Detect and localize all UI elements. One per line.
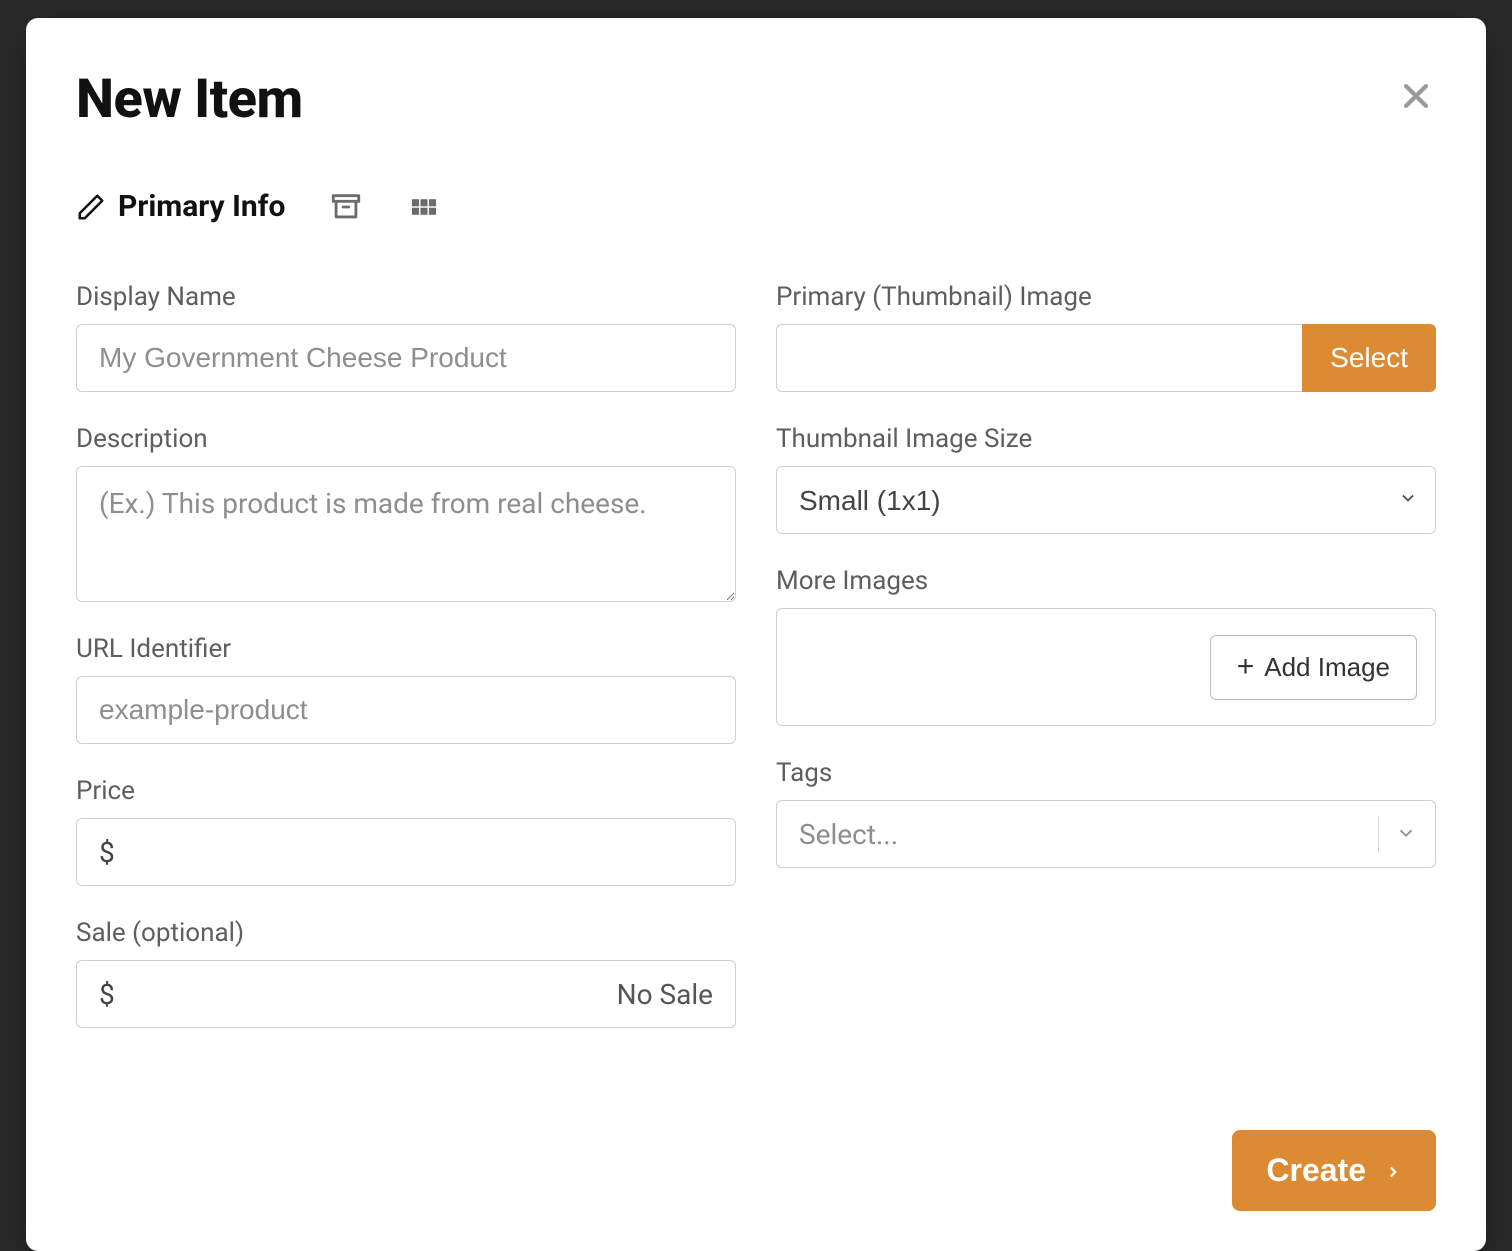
tab-archive[interactable] xyxy=(329,190,363,224)
input-sale[interactable] xyxy=(127,978,617,1010)
input-group-price: $ xyxy=(76,818,736,886)
add-image-label: Add Image xyxy=(1264,652,1390,683)
modal-title: New Item xyxy=(76,68,303,131)
field-description: Description xyxy=(76,424,736,602)
create-label: Create xyxy=(1266,1152,1366,1189)
price-prefix: $ xyxy=(99,836,115,869)
grid-icon xyxy=(407,190,441,224)
input-price[interactable] xyxy=(127,836,713,868)
label-sale: Sale (optional) xyxy=(76,918,736,948)
tabs: Primary Info xyxy=(76,189,1436,224)
input-description[interactable] xyxy=(76,466,736,602)
field-url-identifier: URL Identifier xyxy=(76,634,736,744)
tags-placeholder: Select... xyxy=(799,818,898,851)
input-display-name[interactable] xyxy=(76,324,736,392)
more-images-box: + Add Image xyxy=(776,608,1436,726)
label-tags: Tags xyxy=(776,758,1436,788)
select-thumb-size[interactable]: Small (1x1) xyxy=(776,466,1436,534)
label-description: Description xyxy=(76,424,736,454)
field-sale: Sale (optional) $ No Sale xyxy=(76,918,736,1028)
modal-footer: Create xyxy=(76,1130,1436,1211)
label-primary-image: Primary (Thumbnail) Image xyxy=(776,282,1436,312)
modal-header: New Item xyxy=(76,68,1436,131)
close-icon xyxy=(1399,79,1433,113)
input-group-sale: $ No Sale xyxy=(76,960,736,1028)
chevron-down-icon xyxy=(1395,818,1417,851)
right-column: Primary (Thumbnail) Image Select Thumbna… xyxy=(776,282,1436,1060)
new-item-modal: New Item Primary Info Display Name Descr… xyxy=(26,18,1486,1251)
field-more-images: More Images + Add Image xyxy=(776,566,1436,726)
field-primary-image: Primary (Thumbnail) Image Select xyxy=(776,282,1436,392)
label-url-identifier: URL Identifier xyxy=(76,634,736,664)
close-button[interactable] xyxy=(1396,76,1436,116)
label-price: Price xyxy=(76,776,736,806)
add-image-button[interactable]: + Add Image xyxy=(1210,635,1417,700)
label-thumb-size: Thumbnail Image Size xyxy=(776,424,1436,454)
field-price: Price $ xyxy=(76,776,736,886)
select-wrap-thumb-size: Small (1x1) xyxy=(776,466,1436,534)
field-tags: Tags Select... xyxy=(776,758,1436,868)
create-button[interactable]: Create xyxy=(1232,1130,1436,1211)
field-display-name: Display Name xyxy=(76,282,736,392)
sale-prefix: $ xyxy=(99,978,115,1011)
archive-icon xyxy=(329,190,363,224)
form-body: Display Name Description URL Identifier … xyxy=(76,282,1436,1060)
label-display-name: Display Name xyxy=(76,282,736,312)
sale-suffix: No Sale xyxy=(617,978,713,1011)
divider xyxy=(1378,816,1379,852)
chevron-right-icon xyxy=(1384,1152,1402,1189)
select-image-button[interactable]: Select xyxy=(1302,324,1436,392)
select-tags[interactable]: Select... xyxy=(776,800,1436,868)
field-thumb-size: Thumbnail Image Size Small (1x1) xyxy=(776,424,1436,534)
tab-primary-info[interactable]: Primary Info xyxy=(76,189,285,224)
primary-image-row: Select xyxy=(776,324,1436,392)
left-column: Display Name Description URL Identifier … xyxy=(76,282,736,1060)
plus-icon: + xyxy=(1237,652,1255,682)
pencil-icon xyxy=(76,192,106,222)
tab-grid[interactable] xyxy=(407,190,441,224)
tab-label: Primary Info xyxy=(118,189,285,224)
input-primary-image[interactable] xyxy=(776,324,1302,392)
label-more-images: More Images xyxy=(776,566,1436,596)
input-url-identifier[interactable] xyxy=(76,676,736,744)
